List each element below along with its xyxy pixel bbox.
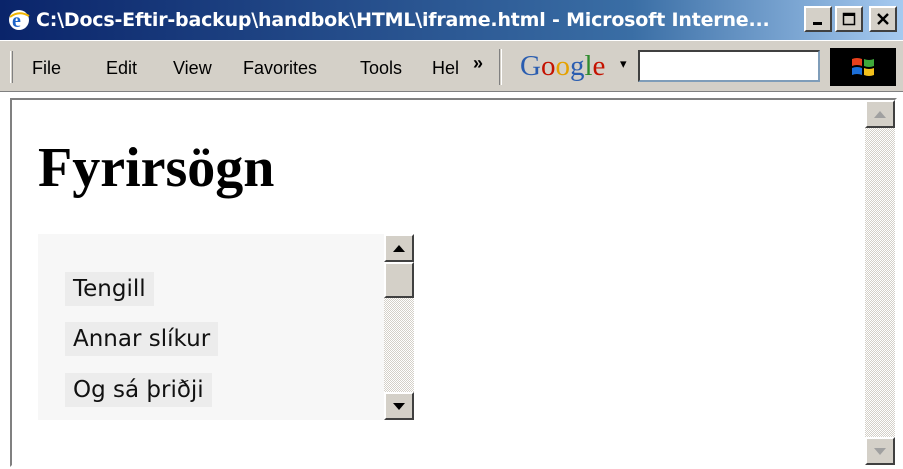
google-logo-letter: o [540,50,556,82]
google-logo-letter: g [569,50,585,82]
arrow-down-icon [874,447,886,455]
google-logo-letter: l [584,50,593,82]
window-title: C:\Docs-Eftir-backup\handbok\HTML\iframe… [36,9,770,31]
maximize-icon [842,12,856,26]
page-scroll-up-button[interactable] [865,100,895,128]
google-logo-letter: G [520,50,541,82]
menu-item-favorites[interactable]: Favorites [243,58,317,78]
iframe-link-tengill[interactable]: Tengill [65,272,154,306]
arrow-up-icon [393,244,405,252]
google-dropdown-icon[interactable]: ▾ [620,57,627,72]
iframe-scroll-down-button[interactable] [384,392,414,420]
google-logo-letter: e [592,50,606,82]
menu-bar: File Edit View Favorites Tools Hel » Goo… [0,40,903,92]
window-controls [804,6,897,32]
arrow-down-icon [393,402,405,410]
google-search-input[interactable] [638,50,820,82]
maximize-button[interactable] [835,6,863,32]
menu-item-edit[interactable]: Edit [106,58,137,78]
toolbar-separator [499,49,502,85]
inline-frame[interactable]: Tengill Annar slíkur Og sá þriðji [38,234,414,420]
menu-item-view[interactable]: View [173,58,212,78]
minimize-button[interactable] [804,6,832,32]
ie-icon[interactable]: e [6,7,32,33]
arrow-up-icon [874,110,886,118]
windows-flag-icon [852,58,874,76]
google-logo[interactable]: Google [520,51,605,81]
page-scrollbar[interactable] [865,100,895,465]
iframe-link-thridji[interactable]: Og sá þriðji [65,373,212,407]
page-scroll-down-button[interactable] [865,437,895,465]
iframe-scroll-thumb[interactable] [384,262,414,298]
close-button[interactable] [869,6,897,32]
toolbar-grip[interactable] [10,51,13,83]
menu-item-help[interactable]: Hel [432,58,459,78]
close-icon [877,13,889,25]
menu-item-tools[interactable]: Tools [360,58,402,78]
title-bar[interactable]: e C:\Docs-Eftir-backup\handbok\HTML\ifra… [0,0,903,40]
iframe-link-annar[interactable]: Annar slíkur [65,322,219,356]
page-viewport: Fyrirsögn Tengill Annar slíkur Og sá þri… [10,98,897,467]
minimize-icon [813,22,822,25]
menu-overflow-chevron[interactable]: » [473,53,483,74]
menu-item-file[interactable]: File [32,58,61,78]
google-logo-letter: o [555,50,570,82]
iframe-scrollbar[interactable] [384,234,414,420]
windows-logo-throbber [830,48,896,86]
page-title: Fyrirsögn [38,137,275,199]
iframe-scroll-up-button[interactable] [384,234,414,262]
